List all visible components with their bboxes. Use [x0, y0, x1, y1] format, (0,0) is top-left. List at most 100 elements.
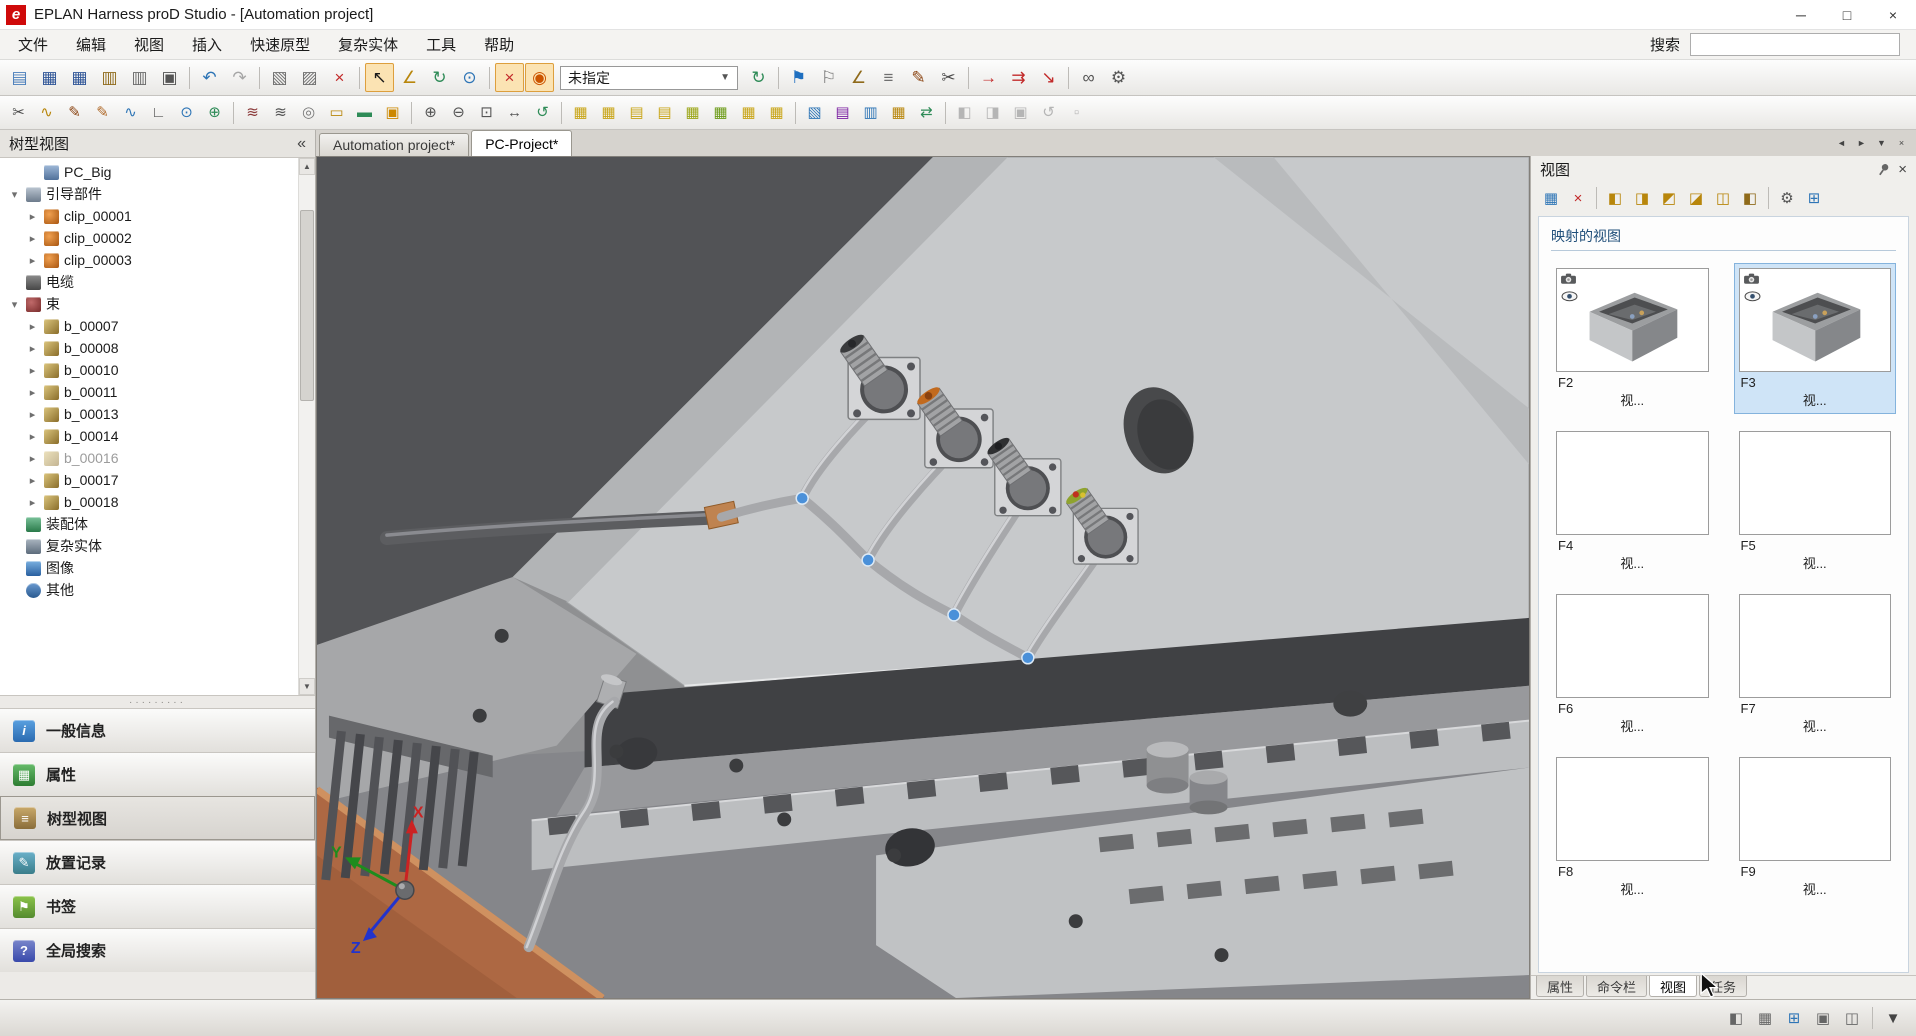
- 3d-viewport[interactable]: X Y Z: [316, 156, 1530, 999]
- panel-tab-任务[interactable]: 任务: [1699, 976, 1748, 997]
- view-thumbnail-F4[interactable]: F4 视...: [1551, 426, 1714, 577]
- tab-scroll-left-icon[interactable]: ◄: [1833, 135, 1850, 151]
- panel-button-placement-record[interactable]: 放置记录: [0, 840, 315, 884]
- view-thumbnail-F6[interactable]: F6 视...: [1551, 589, 1714, 740]
- archive-icon[interactable]: ▣: [1007, 99, 1034, 126]
- collision-check-icon[interactable]: ◉: [525, 63, 554, 92]
- undo-icon[interactable]: ↶: [195, 63, 224, 92]
- spline-icon[interactable]: ∿: [117, 99, 144, 126]
- control-point-icon[interactable]: ⊙: [455, 63, 484, 92]
- create-view-icon[interactable]: ▦: [1538, 185, 1564, 211]
- preset-combo[interactable]: 未指定 ▼: [560, 65, 738, 90]
- panel-button-global-search[interactable]: 全局搜索: [0, 928, 315, 972]
- menu-insert[interactable]: 插入: [178, 29, 236, 60]
- tree-item-b_00017[interactable]: ▸ b_00017: [0, 469, 298, 491]
- tree-item-b_00014[interactable]: ▸ b_00014: [0, 425, 298, 447]
- tree-item-引导部件[interactable]: ▾ 引导部件: [0, 183, 298, 205]
- view-back-icon[interactable]: ◧: [1737, 185, 1763, 211]
- junction-icon[interactable]: ⊕: [201, 99, 228, 126]
- wrap-spiral-icon[interactable]: ◎: [295, 99, 322, 126]
- monitor-display-icon[interactable]: ◫: [1839, 1005, 1865, 1031]
- tree-item-b_00013[interactable]: ▸ b_00013: [0, 403, 298, 425]
- document-tab[interactable]: PC-Project*: [471, 130, 573, 156]
- cable-label-icon[interactable]: ▣: [379, 99, 406, 126]
- tab-scroll-right-icon[interactable]: ►: [1853, 135, 1870, 151]
- select-icon[interactable]: ↖: [365, 63, 394, 92]
- view-front-icon[interactable]: ◨: [1629, 185, 1655, 211]
- tree-expander-icon[interactable]: ▸: [26, 320, 39, 333]
- table-import-icon[interactable]: ▦: [595, 99, 622, 126]
- cut-segment-icon[interactable]: ✂: [5, 99, 32, 126]
- delete-view-icon[interactable]: ×: [1565, 185, 1591, 211]
- table-validate-icon[interactable]: ▦: [707, 99, 734, 126]
- close-panel-icon[interactable]: ×: [1898, 162, 1907, 177]
- tree-item-图像[interactable]: 图像: [0, 557, 298, 579]
- report-icon[interactable]: ▥: [857, 99, 884, 126]
- document-settings-icon[interactable]: ▥: [125, 63, 154, 92]
- delete-icon[interactable]: ×: [325, 63, 354, 92]
- history-icon[interactable]: ↺: [1035, 99, 1062, 126]
- navigate-prev-flag-icon[interactable]: ⚐: [814, 63, 843, 92]
- panel-splitter[interactable]: ·········: [0, 696, 315, 708]
- view-right-icon[interactable]: ◫: [1710, 185, 1736, 211]
- menu-view[interactable]: 视图: [120, 29, 178, 60]
- paste-icon[interactable]: ▨: [295, 63, 324, 92]
- new-document-icon[interactable]: ▤: [5, 63, 34, 92]
- table-sync-icon[interactable]: ▦: [679, 99, 706, 126]
- draw-pen-icon[interactable]: ✎: [61, 99, 88, 126]
- view-layout-icon[interactable]: ⊞: [1801, 185, 1827, 211]
- tree-item-b_00007[interactable]: ▸ b_00007: [0, 315, 298, 337]
- tree-item-clip_00001[interactable]: ▸ clip_00001: [0, 205, 298, 227]
- view-thumbnail-F8[interactable]: F8 视...: [1551, 752, 1714, 903]
- trim-icon[interactable]: ✂: [934, 63, 963, 92]
- tree-expander-icon[interactable]: ▸: [26, 386, 39, 399]
- zoom-in-icon[interactable]: ⊕: [417, 99, 444, 126]
- place-route-icon[interactable]: ↘: [1034, 63, 1063, 92]
- tree-item-复杂实体[interactable]: 复杂实体: [0, 535, 298, 557]
- scroll-down-icon[interactable]: ▼: [299, 678, 315, 695]
- attach-icon[interactable]: ∞: [1074, 63, 1103, 92]
- navigate-next-flag-icon[interactable]: ⚑: [784, 63, 813, 92]
- menu-complex-solids[interactable]: 复杂实体: [324, 29, 412, 60]
- tree-expander-icon[interactable]: ▾: [8, 188, 21, 201]
- save-icon[interactable]: ▦: [35, 63, 64, 92]
- panel-tab-视图[interactable]: 视图: [1649, 976, 1698, 997]
- tree-item-b_00016[interactable]: ▸ b_00016: [0, 447, 298, 469]
- grid-toggle-icon[interactable]: ⊞: [1781, 1005, 1807, 1031]
- tree-expander-icon[interactable]: ▸: [26, 254, 39, 267]
- view-thumbnail-F7[interactable]: F7 视...: [1734, 589, 1897, 740]
- view-thumbnail-F5[interactable]: F5 视...: [1734, 426, 1897, 577]
- measure-icon[interactable]: ∠: [844, 63, 873, 92]
- close-button[interactable]: ×: [1870, 0, 1916, 29]
- panel-tab-命令栏[interactable]: 命令栏: [1586, 976, 1648, 997]
- annotate-pen-icon[interactable]: ✎: [904, 63, 933, 92]
- panel-button-general-info[interactable]: 一般信息: [0, 708, 315, 752]
- export-document-icon[interactable]: ▥: [95, 63, 124, 92]
- nailboard-view-icon[interactable]: ▧: [801, 99, 828, 126]
- tree-scrollbar[interactable]: ▲ ▼: [298, 158, 315, 695]
- tree-item-clip_00003[interactable]: ▸ clip_00003: [0, 249, 298, 271]
- bill-of-materials-icon[interactable]: ▦: [885, 99, 912, 126]
- new-cable-icon[interactable]: ≋: [267, 99, 294, 126]
- panel-button-properties[interactable]: 属性: [0, 752, 315, 796]
- tree-item-b_00018[interactable]: ▸ b_00018: [0, 491, 298, 513]
- table-move-up-icon[interactable]: ▤: [623, 99, 650, 126]
- draw-pencil-icon[interactable]: ✎: [89, 99, 116, 126]
- merge-icon[interactable]: ◨: [979, 99, 1006, 126]
- menu-tools[interactable]: 工具: [412, 29, 470, 60]
- tree-expander-icon[interactable]: ▸: [26, 496, 39, 509]
- view-settings-icon[interactable]: ⚙: [1774, 185, 1800, 211]
- insert-node-icon[interactable]: ⊙: [173, 99, 200, 126]
- tree-item-b_00010[interactable]: ▸ b_00010: [0, 359, 298, 381]
- scrollbar-thumb[interactable]: [300, 210, 314, 402]
- rotate-tool-icon[interactable]: ↻: [425, 63, 454, 92]
- tree-item-b_00011[interactable]: ▸ b_00011: [0, 381, 298, 403]
- tree-expander-icon[interactable]: ▸: [26, 430, 39, 443]
- snap-toggle-icon[interactable]: ▣: [1810, 1005, 1836, 1031]
- scrollbar-track[interactable]: [299, 175, 315, 678]
- view-options-dropdown-icon[interactable]: ▼: [1880, 1005, 1906, 1031]
- render-mode-icon[interactable]: ◧: [1723, 1005, 1749, 1031]
- redo-icon[interactable]: ↷: [225, 63, 254, 92]
- plugin-icon[interactable]: ▫: [1063, 99, 1090, 126]
- panel-button-tree-view[interactable]: 树型视图: [0, 796, 315, 840]
